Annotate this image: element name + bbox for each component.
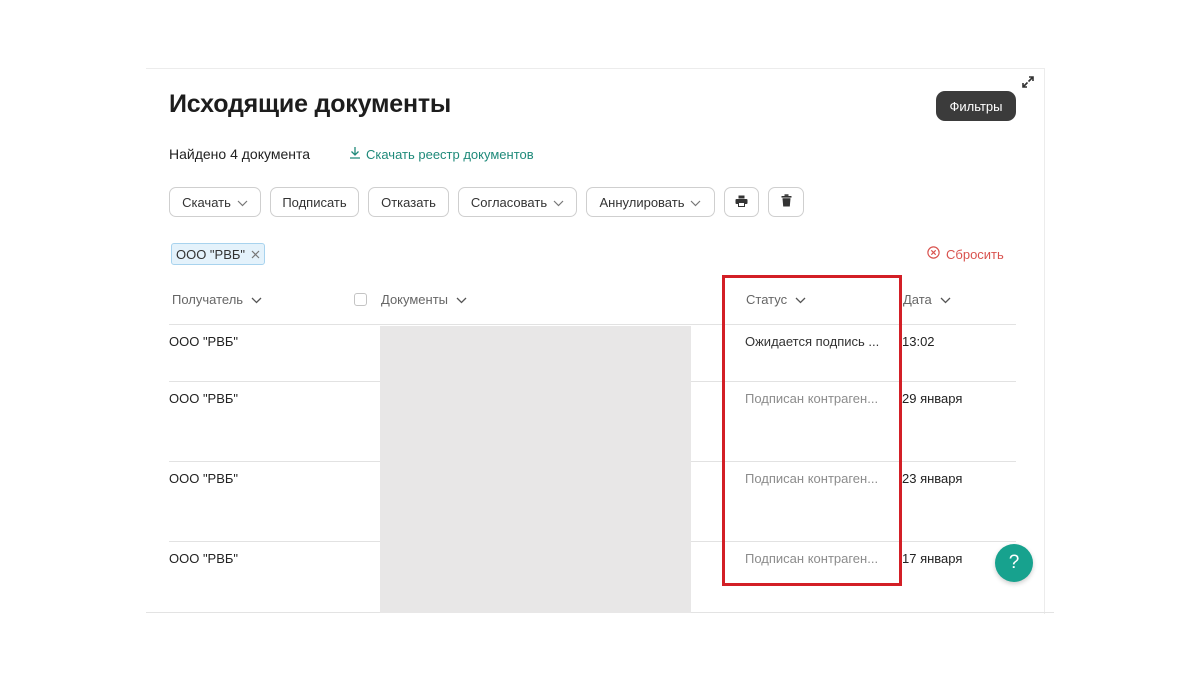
table-row-date: 13:02	[902, 334, 935, 349]
expand-icon[interactable]	[1021, 75, 1035, 89]
column-header-label: Дата	[903, 292, 932, 307]
chevron-down-icon	[237, 195, 248, 210]
table-row-date: 23 января	[902, 471, 963, 486]
trash-icon	[781, 194, 792, 210]
print-button[interactable]	[724, 187, 759, 217]
approve-button[interactable]: Согласовать	[458, 187, 577, 217]
page-title: Исходящие документы	[169, 90, 452, 118]
column-header-label: Документы	[381, 292, 449, 307]
approve-button-label: Согласовать	[470, 194, 548, 210]
reset-filters-link[interactable]: Сбросить	[927, 246, 1004, 262]
table-row-recipient[interactable]: ООО "РВБ"	[169, 551, 238, 566]
column-header-documents[interactable]: Документы	[381, 292, 467, 307]
table-row-date: 17 января	[902, 551, 963, 566]
download-button-label: Скачать	[182, 194, 231, 210]
status-column-highlight	[722, 275, 902, 586]
found-count: Найдено 4 документа	[169, 146, 311, 162]
help-button[interactable]: ?	[995, 544, 1033, 582]
chevron-down-icon	[456, 292, 467, 307]
table-row-recipient[interactable]: ООО "РВБ"	[169, 334, 238, 349]
sign-button[interactable]: Подписать	[270, 187, 359, 217]
reject-button[interactable]: Отказать	[368, 187, 449, 217]
column-header-recipient[interactable]: Получатель	[172, 292, 262, 307]
download-registry-link[interactable]: Скачать реестр документов	[349, 146, 534, 162]
download-button[interactable]: Скачать	[169, 187, 261, 217]
filter-chip: ООО "РВБ"	[171, 243, 265, 265]
table-row-recipient[interactable]: ООО "РВБ"	[169, 391, 238, 406]
close-icon[interactable]	[251, 250, 260, 259]
table-row-recipient[interactable]: ООО "РВБ"	[169, 471, 238, 486]
table-row-date: 29 января	[902, 391, 963, 406]
reset-filters-label: Сбросить	[946, 246, 1004, 262]
select-all-checkbox[interactable]	[354, 293, 367, 306]
chevron-down-icon	[940, 292, 951, 307]
chevron-down-icon	[553, 195, 564, 210]
printer-icon	[735, 195, 748, 210]
download-registry-label: Скачать реестр документов	[366, 146, 534, 162]
column-header-label: Получатель	[172, 292, 244, 307]
chevron-down-icon	[251, 292, 262, 307]
download-icon	[349, 146, 361, 162]
chevron-down-icon	[690, 195, 701, 210]
delete-button[interactable]	[768, 187, 804, 217]
annul-button-label: Аннулировать	[599, 194, 685, 210]
close-circle-icon	[927, 246, 940, 262]
annul-button[interactable]: Аннулировать	[586, 187, 715, 217]
documents-redacted-area	[380, 326, 691, 613]
filters-button[interactable]: Фильтры	[936, 91, 1016, 121]
column-header-date[interactable]: Дата	[903, 292, 951, 307]
filter-chip-label: ООО "РВБ"	[175, 246, 246, 262]
